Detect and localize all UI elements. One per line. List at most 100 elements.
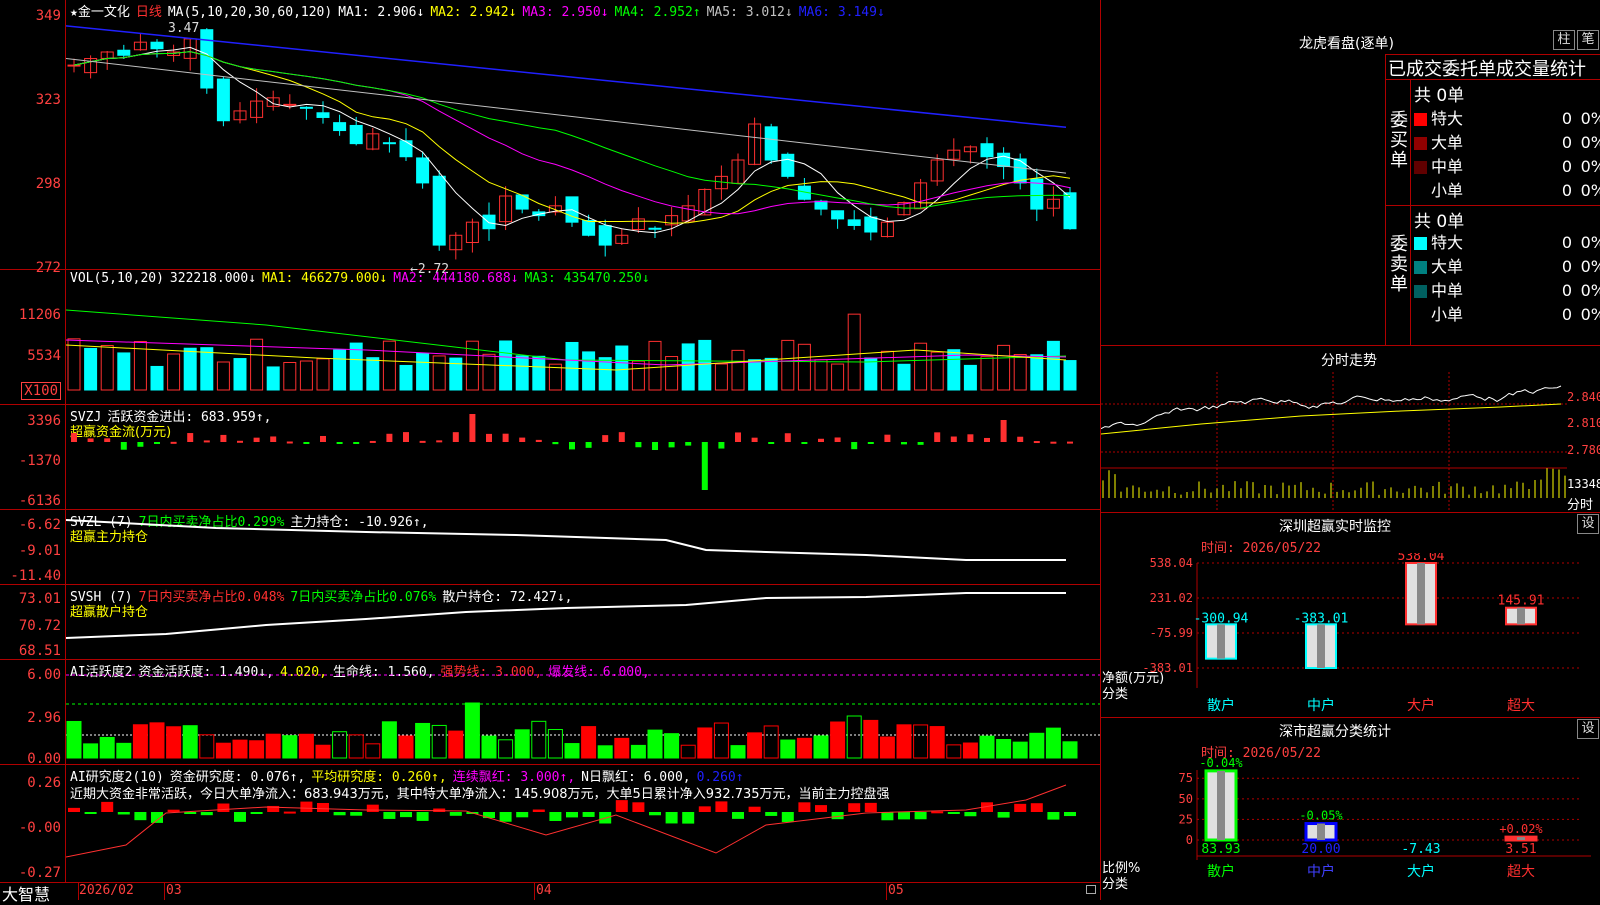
svzj-tick: 3396 [27,413,61,429]
flow-bar [187,433,194,442]
main-kline-panel[interactable]: 349 323 298 272 ★金一文化 日线 MA(5,10,20,30,60,… [0,0,1100,277]
svsh-panel[interactable]: 73.01 70.72 68.51 SVSH (7) 7日内买卖净占比0.048%… [0,585,1100,660]
activity-bar [66,720,82,759]
volume-bar [283,361,297,391]
research-bar [632,802,645,812]
activity-bar [614,737,630,759]
research-bar [1064,812,1076,817]
ai-activity-panel[interactable]: 6.00 2.96 0.00 AI活跃度2 资金活跃度: 1.490↓, 4.020… [0,660,1100,767]
volume-bar [980,356,994,391]
research-bar [449,812,462,816]
activity-bar [182,725,198,759]
activity-bar [232,739,248,759]
lock-icon[interactable] [1086,885,1096,894]
volume-bar [764,357,778,391]
volume-bar [416,352,430,391]
data-label: 145.91 [1498,594,1545,609]
data-label: -300.94 [1194,611,1249,626]
flow-bar [419,440,426,443]
svzl-panel[interactable]: -6.62 -9.01 -11.40 SVZL (7) 7日内买卖净占比0.299… [0,510,1100,585]
activity-bar [697,727,713,759]
research-bar [881,812,894,821]
volume-bar [316,358,330,391]
settings-button[interactable]: 设 [1577,719,1599,739]
volume-bar [216,361,230,391]
color-swatch [1414,137,1427,150]
ai-research-tick: -0.27 [18,865,61,881]
activity-bar [581,726,597,759]
flow-bar [270,436,277,442]
activity-bar [780,739,796,759]
volume-panel[interactable]: 11206 5534 X100 VOL(5,10,20) 322218.000↓ M… [0,270,1100,405]
activity-bar [282,735,298,759]
candle-body [150,41,164,50]
change-label: -0.04% [1199,758,1243,770]
volume-bar [1030,354,1044,391]
candlestick-chart[interactable] [66,0,1100,270]
pen-mode-button[interactable]: 笔 [1577,30,1599,50]
svzj-axis: 3396 -1370 -6136 [0,405,66,509]
research-bar [582,812,595,817]
activity-bar [730,745,746,759]
sz-monitor-panel: 深圳超赢实时监控 设 时间: 2026/05/22 净额(万元) 分类 538.… [1100,512,1600,717]
fenshi-price-tick: 2.780 [1567,443,1600,457]
fenshi-panel[interactable]: 分时走势 2.840 2.810 2.780 13348 分时 [1100,345,1600,513]
activity-bar [1029,732,1045,759]
bar-mode-button[interactable]: 柱 [1553,30,1575,50]
activity-bars [66,674,1100,759]
activity-bar [913,724,929,759]
candle-body [781,153,795,177]
category-label: 散户 [1207,697,1235,714]
volume-bar [233,358,247,391]
flow-bar [917,442,924,445]
volume-bar [1013,354,1027,391]
volume-bar [150,365,164,391]
research-bar [732,812,744,819]
activity-bar [1045,727,1061,759]
volume-bar [382,340,396,391]
flow-bar [1067,441,1073,444]
flow-bar [469,414,476,442]
activity-bar [398,735,414,759]
research-bar [333,812,346,816]
volume-bar [183,347,197,391]
flow-bar [137,442,144,447]
order-count: 0 [1561,109,1572,128]
flow-bar [237,440,243,443]
order-stat-row: 特大 0 0% [1414,105,1600,129]
flow-bar [718,442,725,449]
activity-bar [813,735,829,759]
settings-button[interactable]: 设 [1577,514,1599,534]
candle-body [299,106,313,109]
order-stat-row: 特大 0 0% [1414,229,1600,253]
order-type-label: 大单 [1431,133,1464,152]
activity-bar [713,722,729,759]
volume-bar [847,313,861,391]
volume-unit: X100 [21,382,61,400]
research-bar [532,809,545,812]
activity-bar [680,744,696,759]
order-count: 0 [1561,305,1572,324]
activity-bar [929,726,945,759]
flow-bar [1033,441,1040,444]
flow-bar [668,442,675,448]
research-bar [217,803,230,812]
research-bar [234,812,246,822]
flow-bar [203,440,210,443]
research-bar [549,812,562,821]
intraday-chart[interactable] [1101,372,1567,513]
volume-tick: 11206 [18,307,61,323]
bar-shade [1517,607,1525,625]
volume-tick: 5534 [27,348,61,364]
order-percent: 0% [1580,181,1600,200]
flow-bar [1017,436,1024,442]
research-bar [1030,803,1043,812]
svzj-panel[interactable]: 3396 -1370 -6136 SVZJ 活跃资金进出: 683.959↑, 超… [0,405,1100,510]
activity-bar [747,732,763,759]
volume-bar [200,347,214,391]
ai-research-tick: -0.00 [18,820,61,836]
research-bar [400,812,412,818]
volume-axis: 11206 5534 X100 [0,270,66,404]
research-bar [765,812,778,816]
ai-research-panel[interactable]: 0.26 -0.00 -0.27 AI研究度2(10) 资金研究度: 0.076↑… [0,765,1100,883]
